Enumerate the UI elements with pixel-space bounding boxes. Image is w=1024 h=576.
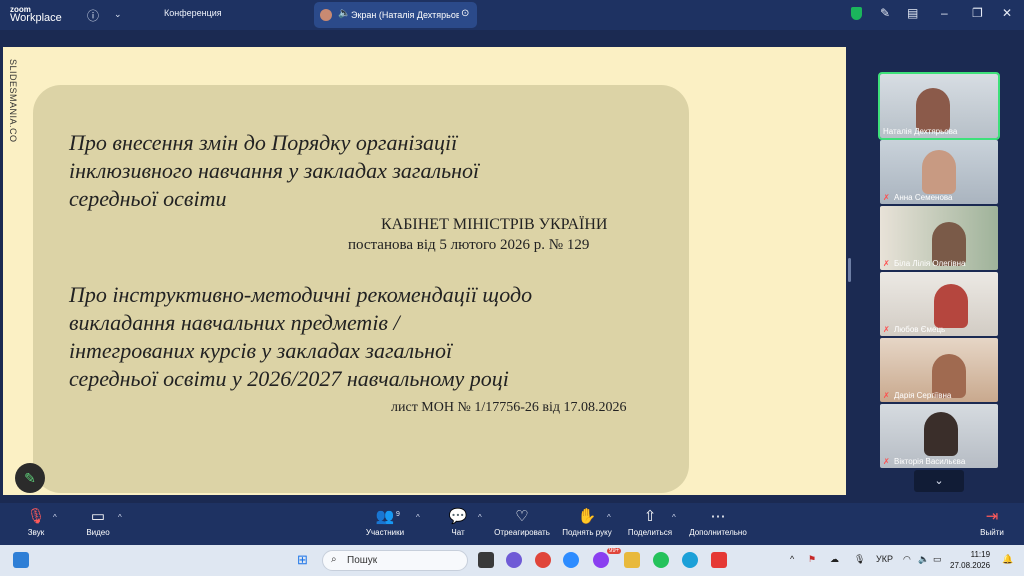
- heading-2-line-3: інтегрованих курсів у закладах загальної: [69, 338, 453, 363]
- microphone-icon[interactable]: 🎙: [854, 554, 865, 565]
- react-button[interactable]: ♡ Отреагировать: [492, 506, 552, 537]
- mic-muted-icon: ✗: [883, 193, 890, 202]
- show-hidden-icons-icon[interactable]: ^: [790, 554, 794, 564]
- source-1-line-1: КАБІНЕТ МІНІСТРІВ УКРАЇНИ: [381, 216, 608, 233]
- zoom-logo: zoom Workplace: [10, 5, 62, 24]
- participants-count: 9: [396, 511, 400, 518]
- file-explorer-icon[interactable]: [624, 552, 640, 568]
- mic-muted-icon: ✗: [883, 259, 890, 268]
- taskbar-search[interactable]: ⌕ Пошук: [322, 550, 468, 571]
- minimize-icon[interactable]: –: [941, 6, 948, 20]
- notification-badge: 99+: [607, 548, 622, 554]
- chat-button[interactable]: 💬 Чат: [443, 506, 473, 537]
- search-icon: ⌕: [331, 554, 337, 565]
- video-options-caret[interactable]: ^: [118, 513, 122, 522]
- taskbar-clock[interactable]: 11:19 27.08.2026: [950, 549, 990, 571]
- participant-tile[interactable]: Наталія Дехтярьова: [878, 72, 1000, 140]
- mic-muted-icon: ✗: [883, 457, 890, 466]
- source-2: лист МОН № 1/17756-26 від 17.08.2026: [391, 400, 627, 415]
- tray-app-icon[interactable]: ⚑: [808, 554, 816, 565]
- annotate-icon[interactable]: ✎: [880, 6, 890, 20]
- volume-icon[interactable]: 🔈: [918, 554, 929, 565]
- mic-muted-icon: ✗: [883, 391, 890, 400]
- view-icon[interactable]: ▤: [907, 6, 918, 20]
- chrome-icon[interactable]: [535, 552, 551, 568]
- audio-button[interactable]: 🎙 Звук: [18, 506, 54, 537]
- chat-icon: 💬: [448, 508, 468, 525]
- whatsapp-icon[interactable]: [653, 552, 669, 568]
- video-button[interactable]: ▭ Видео: [78, 506, 118, 537]
- camera-icon: ▭: [90, 508, 106, 525]
- clock-time: 11:19: [970, 550, 991, 559]
- mic-muted-icon: 🎙: [26, 508, 46, 525]
- raise-hand-options-caret[interactable]: ^: [607, 513, 611, 522]
- close-icon[interactable]: ✕: [1002, 6, 1012, 20]
- security-shield-icon[interactable]: [851, 7, 862, 20]
- heading-2-line-4: середньої освіти у 2026/2027 навчальному…: [69, 366, 509, 391]
- meeting-tab[interactable]: Конференция: [164, 8, 222, 18]
- mic-muted-icon: ✗: [883, 325, 890, 334]
- heading-1-line-2: інклюзивного навчання у закладах загальн…: [69, 158, 480, 183]
- participant-tile[interactable]: ✗ Анна Семенова: [880, 140, 998, 204]
- edge-icon[interactable]: [682, 552, 698, 568]
- participant-tile[interactable]: ✗ Дарія Сергіївна: [880, 338, 998, 402]
- participant-tile[interactable]: ✗ Любов Ємець: [880, 272, 998, 336]
- info-icon[interactable]: ⓘ: [87, 7, 99, 24]
- more-icon: ⋯: [710, 508, 726, 525]
- participants-button[interactable]: 👥 Участники: [360, 506, 410, 537]
- annotate-pen-button[interactable]: ✎: [15, 463, 45, 493]
- input-language[interactable]: УКР: [876, 554, 893, 564]
- shared-slide: SLIDESMANIA.CO Про внесення змін до Поря…: [3, 47, 846, 495]
- more-options-icon[interactable]: ⊙: [461, 8, 469, 19]
- source-1-line-2: постанова від 5 лютого 2026 р. № 129: [348, 237, 590, 253]
- share-options-caret[interactable]: ^: [672, 513, 676, 522]
- heading-1-line-1: Про внесення змін до Порядку організації: [69, 130, 458, 155]
- chat-options-caret[interactable]: ^: [478, 513, 482, 522]
- screen-share-tab[interactable]: 🔈 Экран (Наталія Дехтярьова) ⊙: [314, 2, 477, 28]
- wps-office-icon[interactable]: [711, 552, 727, 568]
- more-button[interactable]: ⋯ Дополнительно: [686, 506, 750, 537]
- splitter-handle[interactable]: [848, 258, 851, 282]
- copilot-icon[interactable]: [506, 552, 522, 568]
- participant-tile[interactable]: ✗ Біла Лілія Олегівна: [880, 206, 998, 270]
- title-bar: zoom Workplace ⓘ ⌄ Конференция 🔈 Экран (…: [0, 0, 1024, 30]
- viber-icon[interactable]: [593, 552, 609, 568]
- restore-icon[interactable]: ❐: [972, 6, 983, 20]
- audio-options-caret[interactable]: ^: [53, 513, 57, 522]
- battery-icon[interactable]: ▭: [933, 554, 942, 565]
- start-icon[interactable]: ⊞: [297, 552, 308, 568]
- share-button[interactable]: ⇧ Поделиться: [626, 506, 674, 537]
- notifications-icon[interactable]: 🔔: [1002, 554, 1013, 565]
- widgets-icon[interactable]: [13, 552, 29, 568]
- leave-icon: ⇥: [985, 508, 999, 525]
- task-view-icon[interactable]: [478, 552, 494, 568]
- share-screen-icon: ⇧: [643, 508, 657, 525]
- chevron-down-icon[interactable]: ⌄: [114, 9, 122, 20]
- clock-date: 27.08.2026: [950, 561, 991, 570]
- leave-button[interactable]: ⇥ Выйти: [976, 506, 1008, 537]
- speaker-icon: 🔈: [338, 8, 351, 19]
- avatar: [320, 9, 332, 21]
- zoom-app-icon[interactable]: [563, 552, 579, 568]
- meeting-toolbar: 🎙 Звук ^ ▭ Видео ^ 👥 Участники 9 ^ 💬 Чат…: [0, 503, 1024, 545]
- participants-options-caret[interactable]: ^: [416, 513, 420, 522]
- heading-2-line-1: Про інструктивно-методичні рекомендації …: [69, 282, 533, 307]
- cloud-icon[interactable]: ☁: [830, 554, 839, 565]
- slide-brand: SLIDESMANIA.CO: [8, 59, 18, 143]
- participant-tile[interactable]: ✗ Вікторія Васильєва: [880, 404, 998, 468]
- heading-2-line-2: викладання навчальних предметів /: [69, 310, 400, 335]
- gallery-scroll-down-button[interactable]: ⌄: [914, 470, 964, 492]
- participants-icon: 👥: [375, 508, 395, 525]
- windows-taskbar: ⊞ ⌕ Пошук 99+ ^ ⚑ ☁ 🎙 УКР ◠ 🔈 ▭ 11:19 27…: [0, 545, 1024, 576]
- heading-1-line-3: середньої освіти: [69, 186, 227, 211]
- wifi-icon[interactable]: ◠: [903, 554, 911, 565]
- heart-icon: ♡: [515, 508, 529, 525]
